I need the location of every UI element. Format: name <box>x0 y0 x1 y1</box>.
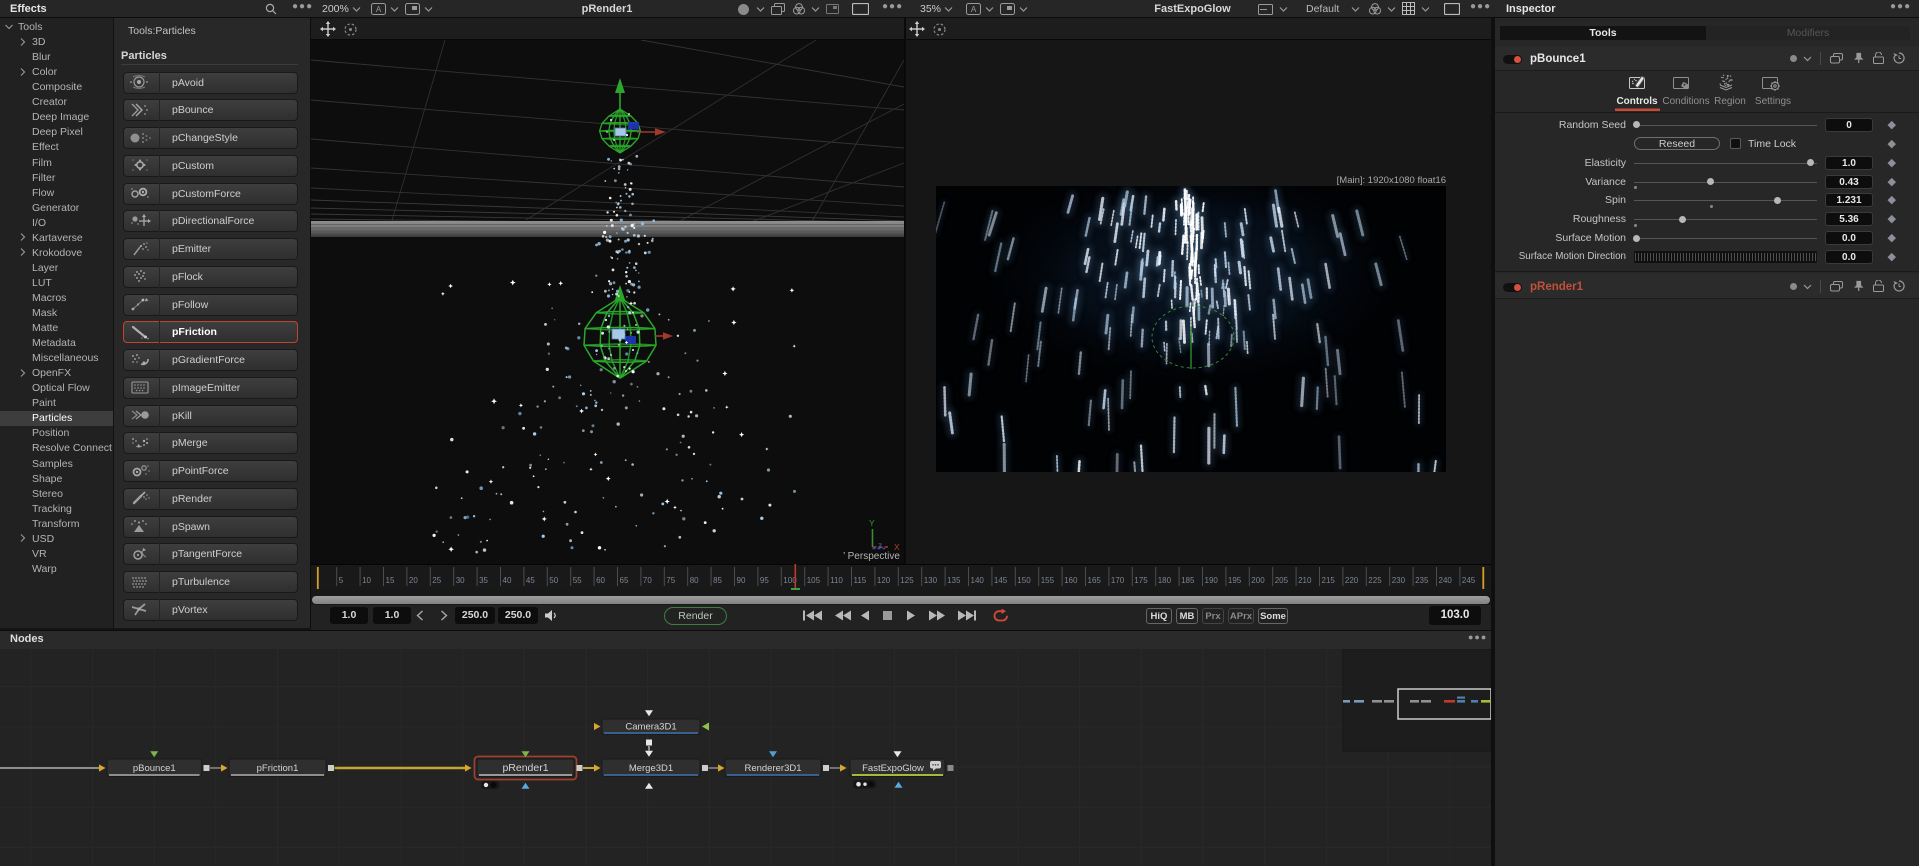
svg-text:Region: Region <box>1714 96 1746 107</box>
svg-text:240: 240 <box>1439 576 1453 585</box>
svg-text:215: 215 <box>1322 576 1336 585</box>
svg-text:5: 5 <box>339 576 344 585</box>
svg-text:70: 70 <box>643 576 652 585</box>
svg-text:130: 130 <box>924 576 938 585</box>
svg-text:15: 15 <box>386 576 395 585</box>
svg-text:Controls: Controls <box>1616 96 1658 107</box>
svg-text:55: 55 <box>573 576 582 585</box>
svg-text:125: 125 <box>900 576 914 585</box>
svg-text:220: 220 <box>1345 576 1359 585</box>
svg-text:95: 95 <box>760 576 769 585</box>
svg-text:Merge3D1: Merge3D1 <box>629 763 673 774</box>
svg-text:A: A <box>376 5 382 14</box>
svg-text:210: 210 <box>1298 576 1312 585</box>
svg-text:30: 30 <box>456 576 465 585</box>
svg-text:90: 90 <box>737 576 746 585</box>
svg-text:135: 135 <box>947 576 961 585</box>
svg-text:190: 190 <box>1205 576 1219 585</box>
svg-text:Y: Y <box>869 518 875 528</box>
svg-text:85: 85 <box>713 576 722 585</box>
svg-text:’ Perspective: ’ Perspective <box>843 551 900 562</box>
svg-text:Settings: Settings <box>1755 96 1791 107</box>
svg-text:120: 120 <box>877 576 891 585</box>
svg-text:Conditions: Conditions <box>1662 96 1709 107</box>
svg-text:pRender1: pRender1 <box>502 762 548 774</box>
svg-text:Camera3D1: Camera3D1 <box>625 722 676 733</box>
svg-text:10: 10 <box>362 576 371 585</box>
svg-text:Renderer3D1: Renderer3D1 <box>744 763 801 774</box>
svg-text:150: 150 <box>1017 576 1031 585</box>
svg-text:20: 20 <box>409 576 418 585</box>
svg-text:145: 145 <box>994 576 1008 585</box>
svg-text:25: 25 <box>432 576 441 585</box>
svg-text:235: 235 <box>1415 576 1429 585</box>
svg-text:185: 185 <box>1181 576 1195 585</box>
svg-text:165: 165 <box>1088 576 1102 585</box>
svg-text:35: 35 <box>479 576 488 585</box>
svg-text:245: 245 <box>1462 576 1476 585</box>
svg-text:195: 195 <box>1228 576 1242 585</box>
svg-text:170: 170 <box>1111 576 1125 585</box>
svg-text:115: 115 <box>854 576 867 585</box>
svg-text:155: 155 <box>1041 576 1055 585</box>
svg-text:pFriction1: pFriction1 <box>257 763 299 774</box>
svg-text:45: 45 <box>526 576 535 585</box>
svg-text:160: 160 <box>1064 576 1078 585</box>
svg-text:225: 225 <box>1368 576 1382 585</box>
svg-text:FastExpoGlow: FastExpoGlow <box>862 763 924 774</box>
svg-text:175: 175 <box>1134 576 1148 585</box>
svg-text:230: 230 <box>1392 576 1406 585</box>
svg-text:[Main]: 1920x1080 float16: [Main]: 1920x1080 float16 <box>1337 175 1446 186</box>
svg-text:40: 40 <box>503 576 512 585</box>
svg-text:180: 180 <box>1158 576 1172 585</box>
svg-text:60: 60 <box>596 576 605 585</box>
svg-text:65: 65 <box>620 576 629 585</box>
svg-text:50: 50 <box>549 576 558 585</box>
svg-text:205: 205 <box>1275 576 1289 585</box>
svg-text:80: 80 <box>690 576 699 585</box>
svg-text:140: 140 <box>971 576 985 585</box>
svg-text:110: 110 <box>830 576 843 585</box>
svg-text:105: 105 <box>807 576 821 585</box>
svg-text:A: A <box>971 5 977 14</box>
svg-text:200: 200 <box>1251 576 1265 585</box>
svg-text:75: 75 <box>666 576 675 585</box>
svg-text:z: z <box>878 540 882 550</box>
svg-text:pBounce1: pBounce1 <box>133 763 176 774</box>
